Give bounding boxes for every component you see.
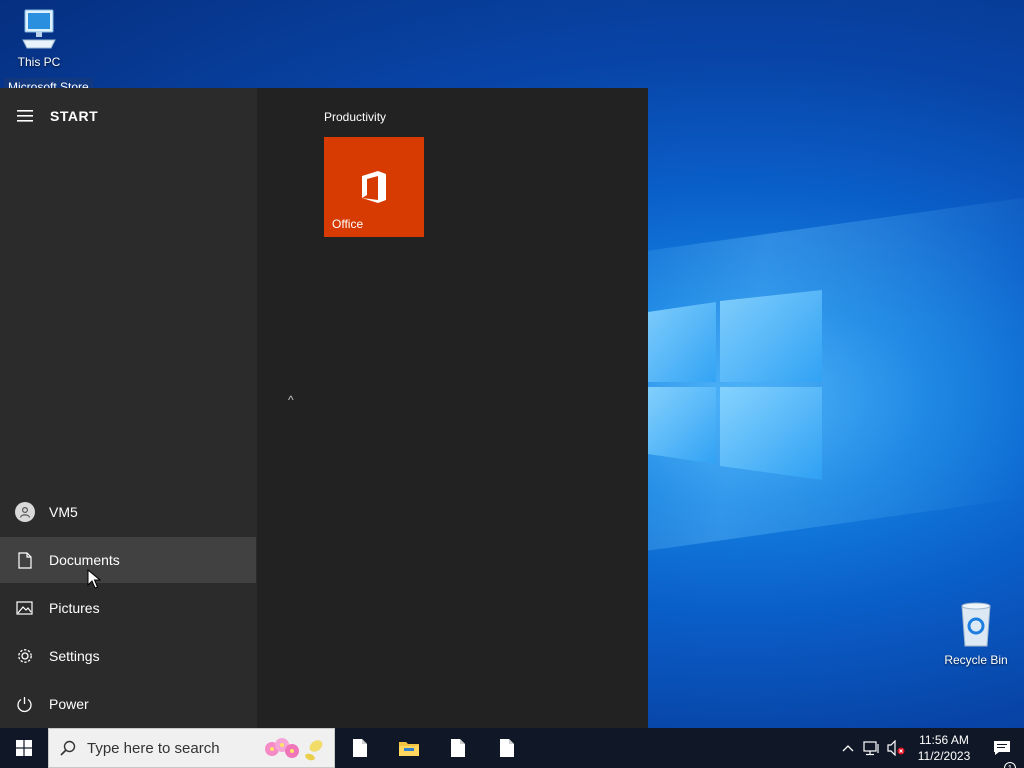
start-item-user[interactable]: VM5 — [0, 489, 256, 535]
hamburger-icon — [17, 110, 33, 122]
network-icon — [863, 741, 879, 756]
desktop-icon-recycle-bin[interactable]: Recycle Bin — [940, 602, 1012, 667]
collapse-chevron-icon[interactable]: ^ — [288, 393, 294, 407]
wallpaper-windows-logo — [648, 290, 822, 480]
start-menu-sidebar: START VM5 Documents Pictures Settings Po… — [0, 88, 257, 728]
hamburger-menu-button[interactable] — [0, 110, 50, 122]
recycle-bin-icon — [961, 602, 991, 647]
search-input[interactable] — [87, 739, 257, 757]
start-menu: START VM5 Documents Pictures Settings Po… — [0, 88, 648, 728]
pictures-icon — [16, 601, 33, 615]
network-tray-button[interactable] — [860, 740, 884, 756]
folder-icon — [398, 742, 419, 756]
clock-date: 11/2/2023 — [917, 749, 971, 763]
start-item-label: Power — [49, 696, 89, 712]
desktop-icon-label: Recycle Bin — [944, 653, 1008, 667]
user-name: VM5 — [49, 504, 78, 520]
volume-tray-button[interactable] — [884, 740, 908, 756]
search-highlight-flowers-icon — [265, 738, 323, 761]
taskbar-search-box[interactable] — [48, 728, 335, 768]
search-icon — [60, 740, 76, 756]
taskbar-app-file-1[interactable] — [335, 728, 384, 768]
start-header: START — [0, 104, 98, 128]
computer-icon — [22, 9, 56, 49]
file-icon — [499, 739, 514, 757]
start-button[interactable] — [0, 728, 48, 768]
desktop-icon-this-pc[interactable]: This PC — [10, 8, 68, 69]
taskbar-app-file-3[interactable] — [482, 728, 531, 768]
tile-group-title[interactable]: Productivity — [324, 110, 386, 124]
volume-muted-icon — [887, 740, 905, 756]
action-center-button[interactable]: 1 — [980, 740, 1024, 768]
tile-label: Office — [332, 217, 364, 231]
gear-icon — [17, 649, 32, 663]
clock-time: 11:56 AM — [919, 733, 969, 747]
notification-icon — [994, 741, 1010, 755]
show-hidden-icons-button[interactable] — [836, 744, 860, 752]
chevron-up-icon — [842, 745, 854, 752]
start-item-label: Documents — [49, 552, 120, 568]
start-item-settings[interactable]: Settings — [0, 633, 256, 679]
taskbar-app-file-explorer[interactable] — [384, 728, 433, 768]
power-icon — [17, 696, 32, 712]
notification-badge: 1 — [1004, 762, 1016, 768]
start-title: START — [50, 108, 99, 124]
start-item-pictures[interactable]: Pictures — [0, 585, 256, 631]
file-icon — [352, 739, 367, 757]
user-avatar-icon — [14, 502, 35, 522]
start-item-label: Settings — [49, 648, 100, 664]
taskbar-app-file-2[interactable] — [433, 728, 482, 768]
taskbar: 11:56 AM 11/2/2023 1 — [0, 728, 1024, 768]
start-item-documents[interactable]: Documents — [0, 537, 256, 583]
file-icon — [450, 739, 465, 757]
windows-logo-icon — [16, 740, 32, 756]
office-logo-icon — [362, 171, 386, 203]
start-item-label: Pictures — [49, 600, 100, 616]
start-item-power[interactable]: Power — [0, 681, 256, 727]
tile-office[interactable]: Office — [324, 137, 424, 237]
start-tiles-area: Productivity Office ^ — [257, 88, 648, 728]
taskbar-clock[interactable]: 11:56 AM 11/2/2023 — [908, 732, 980, 764]
system-tray: 11:56 AM 11/2/2023 1 — [836, 728, 1024, 768]
document-icon — [17, 551, 32, 569]
desktop-icon-label: This PC — [17, 55, 61, 69]
